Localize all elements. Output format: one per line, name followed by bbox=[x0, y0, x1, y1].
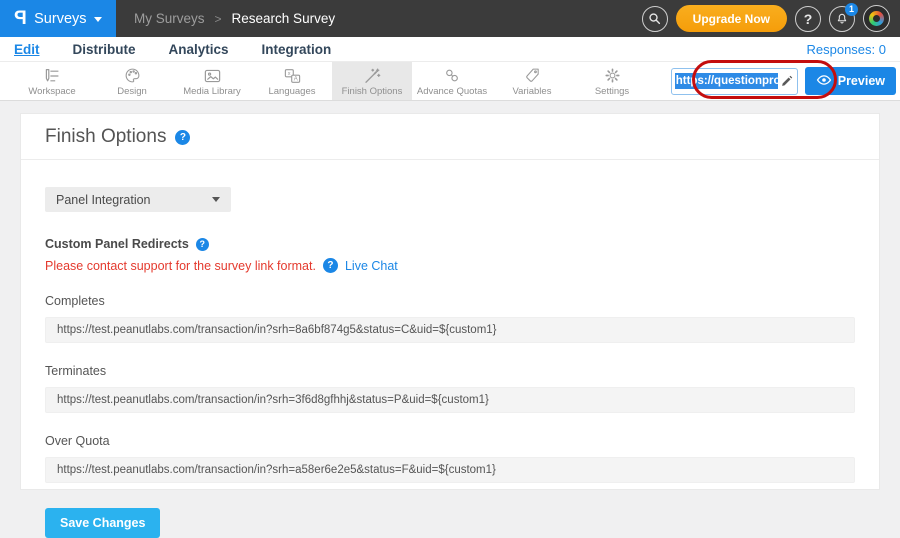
notification-badge: 1 bbox=[845, 3, 858, 16]
completes-label: Completes bbox=[45, 294, 855, 308]
finish-options-card: Finish Options Panel Integration Custom … bbox=[20, 113, 880, 490]
terminates-url-field[interactable]: https://test.peanutlabs.com/transaction/… bbox=[45, 387, 855, 413]
search-button[interactable] bbox=[642, 6, 668, 32]
card-header: Finish Options bbox=[21, 114, 879, 159]
nav-tab-distribute[interactable]: Distribute bbox=[73, 42, 136, 57]
toolbar-right: https://questionpro.com/t/A Preview bbox=[671, 62, 900, 100]
svg-text:x: x bbox=[287, 70, 290, 76]
svg-text:A: A bbox=[293, 76, 297, 82]
eye-icon bbox=[816, 74, 832, 89]
nav-tab-analytics[interactable]: Analytics bbox=[169, 42, 229, 57]
redirects-help-icon[interactable] bbox=[196, 238, 209, 251]
tab-media-library[interactable]: Media Library bbox=[172, 62, 252, 100]
section-title: Custom Panel Redirects bbox=[45, 237, 189, 251]
page-title: Finish Options bbox=[45, 126, 166, 148]
nav-tab-integration[interactable]: Integration bbox=[262, 42, 332, 57]
card-body: Panel Integration Custom Panel Redirects… bbox=[21, 187, 879, 538]
preview-button[interactable]: Preview bbox=[805, 67, 896, 95]
tool-label: Finish Options bbox=[342, 86, 403, 97]
breadcrumb-current-survey: Research Survey bbox=[232, 11, 336, 26]
survey-url-input[interactable]: https://questionpro.com/t/A bbox=[671, 68, 798, 95]
header-actions: Upgrade Now ? 1 bbox=[642, 5, 900, 32]
preview-label: Preview bbox=[838, 74, 885, 88]
notice-text: Please contact support for the survey li… bbox=[45, 259, 316, 273]
over-quota-url-field[interactable]: https://test.peanutlabs.com/transaction/… bbox=[45, 457, 855, 483]
product-label: Surveys bbox=[34, 11, 86, 27]
responses-count[interactable]: Responses: 0 bbox=[807, 42, 887, 57]
magic-wand-icon bbox=[363, 67, 381, 84]
chevron-down-icon bbox=[212, 197, 220, 202]
survey-nav: Edit Distribute Analytics Integration Re… bbox=[0, 37, 900, 62]
tool-label: Media Library bbox=[183, 86, 241, 97]
save-changes-button[interactable]: Save Changes bbox=[45, 508, 160, 538]
edit-toolbar: Workspace Design Media Library x bbox=[0, 62, 900, 101]
tag-icon bbox=[524, 67, 541, 84]
tab-languages[interactable]: x A Languages bbox=[252, 62, 332, 100]
translate-icon: x A bbox=[283, 67, 302, 84]
breadcrumb: My Surveys > Research Survey bbox=[134, 11, 335, 26]
tab-design[interactable]: Design bbox=[92, 62, 172, 100]
main-content: Finish Options Panel Integration Custom … bbox=[0, 102, 900, 517]
tool-label: Advance Quotas bbox=[417, 86, 487, 97]
tab-finish-options[interactable]: Finish Options bbox=[332, 62, 412, 100]
tab-advance-quotas[interactable]: Advance Quotas bbox=[412, 62, 492, 100]
tool-label: Workspace bbox=[28, 86, 75, 97]
tab-settings[interactable]: Settings bbox=[572, 62, 652, 100]
search-icon bbox=[648, 12, 661, 25]
gear-icon bbox=[604, 67, 621, 84]
tool-label: Variables bbox=[513, 86, 552, 97]
chevron-down-icon bbox=[94, 17, 102, 22]
product-switcher[interactable]: P Surveys bbox=[0, 0, 116, 37]
upgrade-now-button[interactable]: Upgrade Now bbox=[676, 5, 787, 32]
avatar[interactable] bbox=[863, 5, 890, 32]
divider bbox=[21, 159, 879, 160]
tool-label: Languages bbox=[268, 86, 315, 97]
chain-links-icon bbox=[443, 67, 461, 84]
panel-type-selected-value: Panel Integration bbox=[56, 193, 151, 207]
questionpro-logo-icon: P bbox=[14, 8, 27, 30]
nav-tab-edit[interactable]: Edit bbox=[14, 42, 40, 57]
tab-variables[interactable]: Variables bbox=[492, 62, 572, 100]
completes-url-field[interactable]: https://test.peanutlabs.com/transaction/… bbox=[45, 317, 855, 343]
support-notice: Please contact support for the survey li… bbox=[45, 258, 855, 273]
question-mark-icon: ? bbox=[804, 12, 813, 26]
live-chat-link[interactable]: Live Chat bbox=[345, 259, 398, 273]
edit-pencil-icon[interactable] bbox=[781, 75, 793, 87]
custom-panel-redirects-label: Custom Panel Redirects bbox=[45, 237, 855, 251]
over-quota-label: Over Quota bbox=[45, 434, 855, 448]
panel-type-select[interactable]: Panel Integration bbox=[45, 187, 231, 212]
palette-icon bbox=[124, 67, 141, 84]
gauge-avatar-icon bbox=[869, 11, 884, 26]
survey-url-text: https://questionpro.com/t/A bbox=[675, 73, 778, 89]
breadcrumb-my-surveys[interactable]: My Surveys bbox=[134, 11, 205, 26]
breadcrumb-separator-icon: > bbox=[215, 12, 222, 26]
image-icon bbox=[203, 67, 222, 84]
live-chat-help-icon[interactable] bbox=[323, 258, 338, 273]
workspace-icon bbox=[42, 67, 62, 84]
tool-label: Settings bbox=[595, 86, 629, 97]
terminates-label: Terminates bbox=[45, 364, 855, 378]
tab-workspace[interactable]: Workspace bbox=[12, 62, 92, 100]
top-header: P Surveys My Surveys > Research Survey U… bbox=[0, 0, 900, 37]
notifications-button[interactable]: 1 bbox=[829, 6, 855, 32]
tool-label: Design bbox=[117, 86, 147, 97]
help-button[interactable]: ? bbox=[795, 6, 821, 32]
finish-options-help-icon[interactable] bbox=[175, 130, 190, 145]
